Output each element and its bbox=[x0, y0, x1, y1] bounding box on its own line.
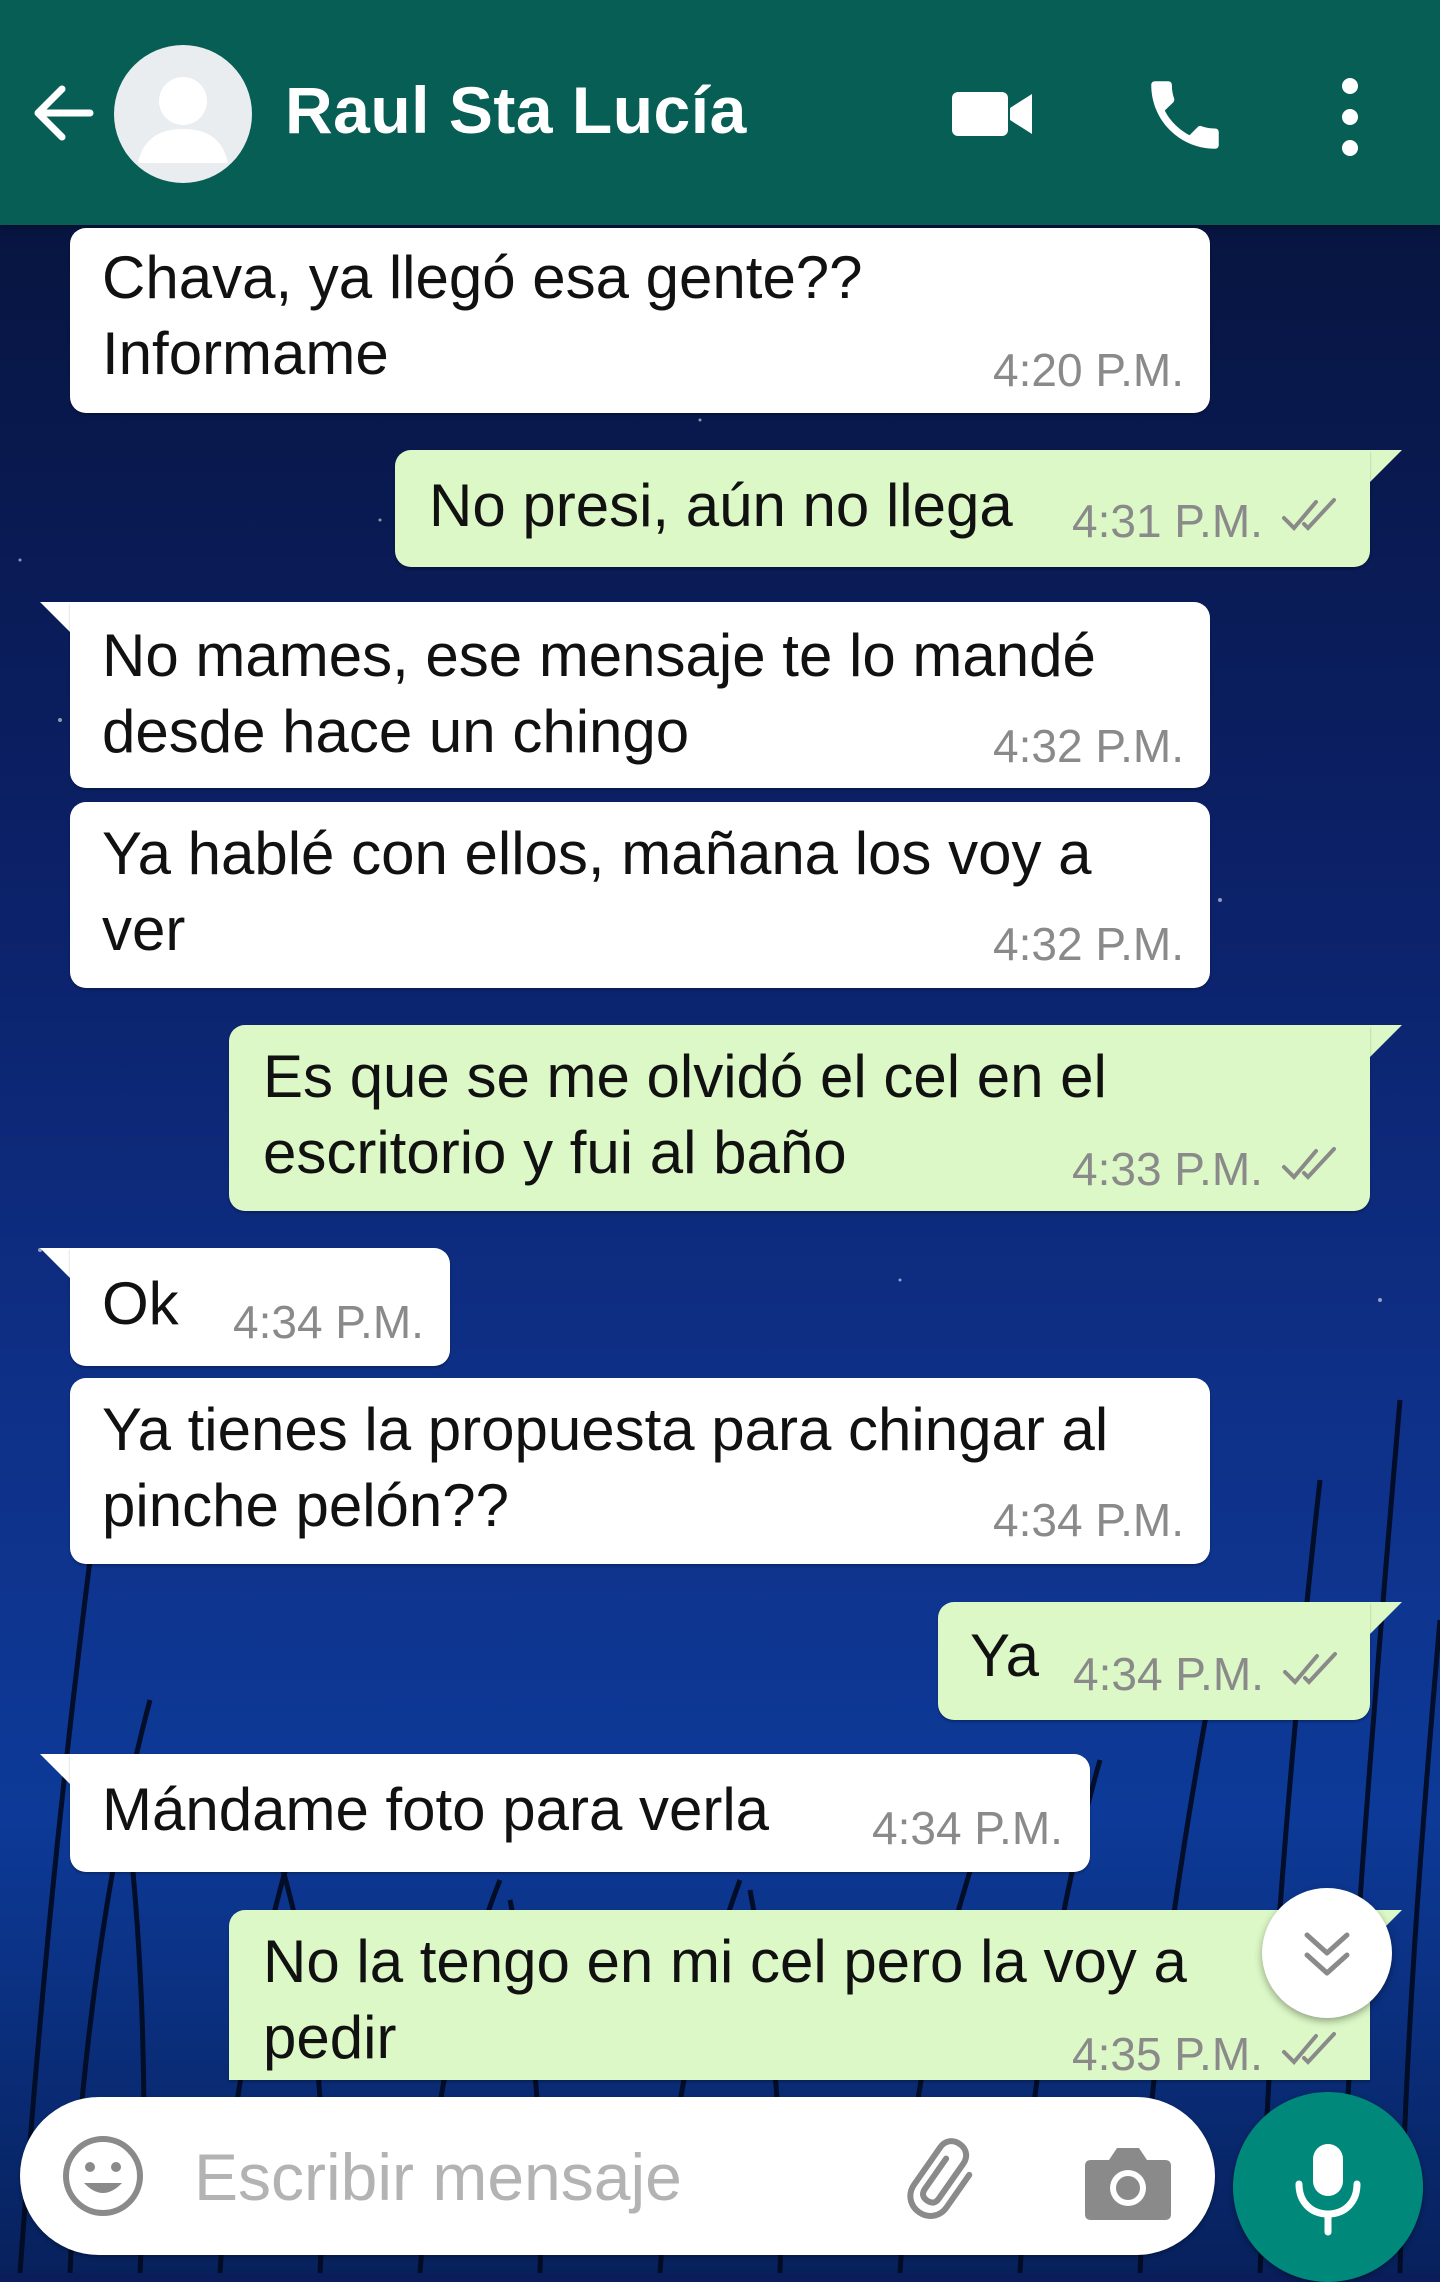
back-arrow-icon[interactable] bbox=[28, 78, 98, 148]
more-vert-icon[interactable] bbox=[1330, 72, 1370, 162]
avatar[interactable] bbox=[114, 45, 252, 183]
message-composer bbox=[20, 2097, 1215, 2255]
phone-icon[interactable] bbox=[1140, 70, 1230, 160]
scroll-down-icon bbox=[1304, 1932, 1350, 1976]
message-incoming[interactable]: No mames, ese mensaje te lo mandé desde … bbox=[70, 602, 1210, 788]
read-ticks-icon bbox=[1282, 2032, 1336, 2065]
message-text: Ya bbox=[970, 1622, 1039, 1689]
video-call-icon[interactable] bbox=[950, 82, 1034, 146]
scroll-to-bottom-button[interactable] bbox=[1262, 1888, 1392, 2018]
message-text: Mándame foto para verla bbox=[102, 1776, 770, 1843]
message-time: 4:34 P.M. bbox=[993, 1494, 1184, 1546]
message-time: 4:35 P.M. bbox=[1072, 2028, 1263, 2080]
message-time: 4:31 P.M. bbox=[1072, 495, 1263, 547]
message-time: 4:32 P.M. bbox=[993, 720, 1184, 772]
message-text: No la tengo en mi cel pero la voy a pedi… bbox=[263, 1928, 1187, 2071]
message-text: Ya tienes la propuesta para chingar al p… bbox=[102, 1396, 1109, 1539]
message-time: 4:34 P.M. bbox=[233, 1296, 424, 1348]
message-input[interactable] bbox=[192, 2131, 756, 2223]
message-outgoing[interactable]: Ya 4:34 P.M. bbox=[938, 1602, 1370, 1720]
message-incoming[interactable]: Ok 4:34 P.M. bbox=[70, 1248, 450, 1366]
read-ticks-icon bbox=[1282, 1147, 1336, 1180]
read-ticks-icon bbox=[1283, 1652, 1337, 1685]
message-outgoing[interactable]: Es que se me olvidó el cel en el escrito… bbox=[229, 1025, 1370, 1211]
message-incoming[interactable]: Chava, ya llegó esa gente?? Informame 4:… bbox=[70, 228, 1210, 413]
message-outgoing[interactable]: No la tengo en mi cel pero la voy a pedi… bbox=[229, 1910, 1370, 2080]
mic-icon bbox=[1295, 2144, 1361, 2236]
emoji-icon[interactable] bbox=[60, 2133, 146, 2219]
avatar-placeholder-icon bbox=[138, 77, 228, 163]
message-incoming[interactable]: Ya hablé con ellos, mañana los voy a ver… bbox=[70, 802, 1210, 988]
message-text: No mames, ese mensaje te lo mandé desde … bbox=[102, 622, 1096, 765]
message-outgoing[interactable]: No presi, aún no llega 4:31 P.M. bbox=[395, 450, 1370, 567]
message-time: 4:33 P.M. bbox=[1072, 1143, 1263, 1195]
message-text: No presi, aún no llega bbox=[429, 472, 1013, 539]
read-ticks-icon bbox=[1282, 498, 1336, 531]
message-incoming[interactable]: Ya tienes la propuesta para chingar al p… bbox=[70, 1378, 1210, 1564]
message-time: 4:34 P.M. bbox=[872, 1802, 1063, 1854]
camera-icon[interactable] bbox=[1083, 2142, 1173, 2222]
contact-name[interactable]: Raul Sta Lucía bbox=[285, 72, 747, 148]
message-time: 4:34 P.M. bbox=[1073, 1648, 1264, 1700]
message-time: 4:32 P.M. bbox=[993, 918, 1184, 970]
message-time: 4:20 P.M. bbox=[993, 344, 1184, 396]
message-text: Es que se me olvidó el cel en el escrito… bbox=[263, 1043, 1107, 1186]
message-text: Chava, ya llegó esa gente?? Informame bbox=[102, 244, 863, 387]
attach-icon[interactable] bbox=[900, 2135, 992, 2227]
chat-header: Raul Sta Lucía bbox=[0, 0, 1440, 225]
mic-button[interactable] bbox=[1233, 2092, 1423, 2282]
message-incoming[interactable]: Mándame foto para verla 4:34 P.M. bbox=[70, 1754, 1090, 1872]
message-text: Ya hablé con ellos, mañana los voy a ver bbox=[102, 820, 1092, 963]
message-text: Ok bbox=[102, 1270, 179, 1337]
